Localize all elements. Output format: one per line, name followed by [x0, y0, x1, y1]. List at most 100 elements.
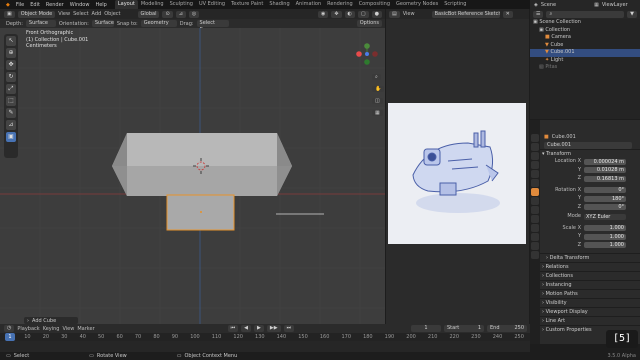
constraints-tab-icon[interactable]: [531, 224, 539, 232]
view-layer-tab-icon[interactable]: [531, 161, 539, 169]
viewlayer-name[interactable]: ViewLayer: [602, 2, 628, 8]
cursor-tool-icon[interactable]: ⊕: [6, 48, 16, 58]
tab-rendering[interactable]: Rendering: [324, 0, 356, 9]
texture-tab-icon[interactable]: [531, 251, 539, 259]
location-y-field[interactable]: 0.01028 m: [584, 167, 626, 174]
keying-menu[interactable]: Keying: [43, 326, 60, 332]
tab-modeling[interactable]: Modeling: [138, 0, 167, 9]
relations-panel[interactable]: › Relations: [530, 262, 640, 271]
mode-select[interactable]: Object Mode: [17, 10, 56, 18]
visibility-icon[interactable]: ◉: [317, 10, 329, 18]
measure-tool-icon[interactable]: ⊿: [6, 120, 16, 130]
perspective-toggle-icon[interactable]: ▦: [372, 110, 385, 117]
material-tab-icon[interactable]: [531, 242, 539, 250]
data-tab-icon[interactable]: [531, 233, 539, 241]
scene-tab-icon[interactable]: [531, 170, 539, 178]
visibility-panel[interactable]: › Visibility: [530, 298, 640, 307]
timeline-ruler[interactable]: 0102030405060708090100110120130140150160…: [0, 333, 530, 341]
menu-add[interactable]: Add: [92, 11, 102, 17]
menu-select[interactable]: Select: [73, 11, 88, 17]
menu-window[interactable]: Window: [70, 2, 90, 8]
image-view-menu[interactable]: View: [403, 11, 415, 17]
blender-logo-icon[interactable]: ◆: [6, 2, 10, 8]
outliner-row-light[interactable]: ✦ Light: [530, 57, 640, 65]
marker-menu[interactable]: Marker: [77, 326, 94, 332]
annotate-tool-icon[interactable]: ✎: [6, 108, 16, 118]
select-tool-icon[interactable]: ↖: [6, 36, 16, 46]
tab-animation[interactable]: Animation: [293, 0, 325, 9]
scene-name[interactable]: Scene: [541, 2, 556, 8]
tab-layout[interactable]: Layout: [114, 0, 138, 9]
outliner-row-cube-001[interactable]: ▼ Cube.001: [530, 49, 640, 57]
menu-object[interactable]: Object: [104, 11, 120, 17]
zoom-icon[interactable]: ⌕: [372, 74, 384, 81]
outliner-search-input[interactable]: ⌕: [546, 10, 625, 18]
move-tool-icon[interactable]: ✥: [6, 60, 16, 70]
instancing-panel[interactable]: › Instancing: [530, 280, 640, 289]
drag-select[interactable]: Select Box: [196, 20, 229, 33]
scene-icon[interactable]: ◈: [534, 2, 538, 8]
camera-view-icon[interactable]: ◫: [372, 98, 385, 105]
tab-shading[interactable]: Shading: [266, 0, 292, 9]
menu-view[interactable]: View: [58, 11, 70, 17]
viewlayer-icon[interactable]: ▦: [594, 2, 599, 8]
outliner-row-pitas[interactable]: ▧ Pitas: [530, 64, 640, 72]
tab-scripting[interactable]: Scripting: [441, 0, 469, 9]
tab-texture-paint[interactable]: Texture Paint: [228, 0, 266, 9]
outliner-row-cube[interactable]: ▼ Cube: [530, 42, 640, 50]
rotation-x-field[interactable]: 0°: [584, 187, 626, 194]
timeline-view-menu[interactable]: View: [62, 326, 74, 332]
scale-tool-icon[interactable]: ⤢: [6, 84, 16, 94]
tab-uv-editing[interactable]: UV Editing: [196, 0, 228, 9]
object-tab-icon[interactable]: [531, 188, 539, 196]
menu-edit[interactable]: Edit: [30, 2, 40, 8]
motion-paths-panel[interactable]: › Motion Paths: [530, 289, 640, 298]
outliner-display-icon[interactable]: ☰: [533, 10, 544, 18]
jump-start-icon[interactable]: ⏮: [227, 325, 239, 332]
prev-key-icon[interactable]: ◀: [241, 325, 252, 332]
outliner-row-collection[interactable]: ▣ Collection: [530, 27, 640, 35]
options-button[interactable]: Options: [356, 20, 382, 27]
menu-help[interactable]: Help: [95, 2, 106, 8]
start-frame-field[interactable]: Start 1: [444, 325, 484, 332]
snap-to-select[interactable]: Geometry: [140, 20, 177, 27]
delta-transform-panel[interactable]: › Delta Transform: [530, 253, 640, 262]
overlay-icon[interactable]: ◐: [344, 10, 355, 18]
playhead-marker[interactable]: 1: [5, 333, 15, 341]
snap-icon[interactable]: ⊿: [175, 10, 186, 18]
filter-icon[interactable]: ▼: [627, 10, 637, 18]
xray-icon[interactable]: ▢: [357, 10, 369, 18]
scene-collection-row[interactable]: ▣ Scene Collection: [530, 19, 640, 27]
jump-end-icon[interactable]: ⏭: [283, 325, 295, 332]
current-frame-field[interactable]: 1: [411, 325, 441, 332]
scale-y-field[interactable]: 1.000: [584, 233, 626, 240]
editor-type-icon[interactable]: ▣: [4, 10, 15, 18]
line-art-panel[interactable]: › Line Art: [530, 316, 640, 325]
scale-x-field[interactable]: 1.000: [584, 225, 626, 232]
world-tab-icon[interactable]: [531, 179, 539, 187]
viewport-display-panel[interactable]: › Viewport Display: [530, 307, 640, 316]
add-cube-tool-icon[interactable]: ▣: [6, 132, 16, 142]
timeline-editor-icon[interactable]: ◷: [4, 325, 15, 332]
playback-menu[interactable]: Playback: [17, 326, 39, 332]
tab-compositing[interactable]: Compositing: [356, 0, 393, 9]
rotation-z-field[interactable]: 0°: [584, 204, 626, 211]
rotate-tool-icon[interactable]: ↻: [6, 72, 16, 82]
location-z-field[interactable]: 0.16813 m: [584, 175, 626, 182]
particles-tab-icon[interactable]: [531, 206, 539, 214]
outliner-row-camera[interactable]: ■ Camera: [530, 34, 640, 42]
physics-tab-icon[interactable]: [531, 215, 539, 223]
menu-render[interactable]: Render: [46, 2, 64, 8]
tool-tab-icon[interactable]: [531, 134, 539, 142]
pivot-icon[interactable]: ⊙: [162, 10, 173, 18]
object-name-field[interactable]: Cube.001: [544, 141, 632, 149]
location-x-field[interactable]: 0.000024 m: [584, 158, 626, 165]
transform-orientation-select[interactable]: Global: [137, 10, 160, 18]
orientation-select[interactable]: Surface: [91, 20, 114, 27]
tab-geometry-nodes[interactable]: Geometry Nodes: [393, 0, 441, 9]
transform-panel-header[interactable]: ▾ Transform: [530, 149, 640, 158]
rotation-y-field[interactable]: 180°: [584, 195, 626, 202]
pan-icon[interactable]: ✋: [372, 86, 385, 93]
shading-solid-icon[interactable]: ●: [371, 10, 382, 18]
menu-file[interactable]: File: [16, 2, 24, 8]
